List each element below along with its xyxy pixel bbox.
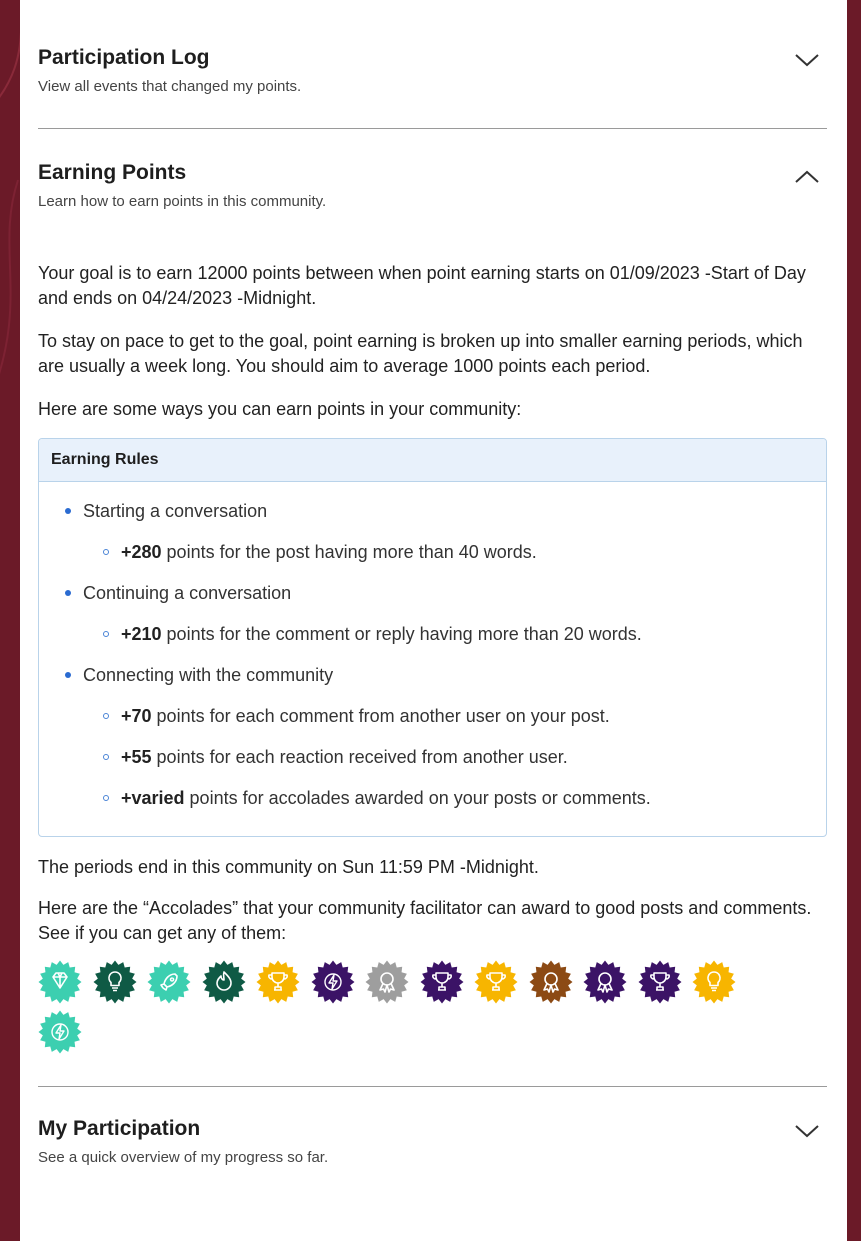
points-amount: +varied [121, 788, 185, 808]
sub-bullet [103, 754, 109, 760]
rule-item: Starting a conversation [53, 496, 814, 537]
participation-log-subtitle: View all events that changed my points. [38, 78, 302, 95]
badge-shape [583, 960, 627, 1004]
earning-rules-box: Earning Rules Starting a conversation +2… [38, 438, 827, 837]
earning-rules-list: Starting a conversation +280 points for … [39, 482, 826, 836]
badge-shape [202, 960, 245, 1004]
my-participation-header[interactable]: My Participation See a quick overview of… [38, 1087, 827, 1177]
points-description: points for each reaction received from a… [151, 747, 568, 767]
earning-points-header[interactable]: Earning Points Learn how to earn points … [38, 129, 827, 245]
rule-subitem: +280 points for the post having more tha… [53, 537, 814, 578]
rule-item: Continuing a conversation [53, 578, 814, 619]
badge-shape [147, 960, 191, 1004]
lightning-accolade-badge [311, 960, 354, 1004]
ways-intro: Here are some ways you can earn points i… [38, 399, 522, 419]
participation-log-header[interactable]: Participation Log View all events that c… [38, 0, 827, 128]
badge-shape [256, 960, 300, 1004]
chevron-down-icon[interactable] [793, 50, 821, 70]
points-description: points for the post having more than 40 … [161, 542, 537, 562]
rule-subitem: +70 points for each comment from another… [53, 701, 814, 742]
rule-label: Connecting with the community [83, 665, 334, 685]
accolades-intro: Here are the “Accolades” that your commu… [38, 898, 812, 943]
accolades-list [38, 960, 798, 1060]
sub-bullet [103, 795, 109, 801]
lightbulb-accolade-badge [93, 960, 136, 1004]
badge-shape [420, 960, 463, 1004]
rule-label: Starting a conversation [83, 501, 268, 521]
sub-bullet [103, 631, 109, 637]
badge-shape [311, 960, 354, 1004]
points-description: points for accolades awarded on your pos… [184, 788, 651, 808]
points-description: points for each comment from another use… [151, 706, 610, 726]
trophy-accolade-badge [474, 960, 518, 1004]
diamond-accolade-badge [38, 960, 82, 1004]
chevron-down-icon[interactable] [793, 1121, 821, 1141]
badge-shape [474, 960, 518, 1004]
pace-paragraph: To stay on pace to get to the goal, poin… [38, 331, 803, 376]
chevron-up-icon[interactable] [793, 167, 821, 187]
my-participation-subtitle: See a quick overview of my progress so f… [38, 1149, 329, 1166]
earning-points-subtitle: Learn how to earn points in this communi… [38, 193, 327, 210]
points-panel: Participation Log View all events that c… [20, 0, 847, 1241]
period-end-text: The periods end in this community on Sun… [38, 857, 539, 877]
rocket-accolade-badge [147, 960, 191, 1004]
goal-paragraph: Your goal is to earn 12000 points betwee… [38, 263, 806, 308]
participation-log-title: Participation Log [38, 46, 210, 69]
badge-shape [38, 1010, 82, 1054]
ribbon-accolade-badge [365, 960, 409, 1004]
trophy-accolade-badge [420, 960, 463, 1004]
points-amount: +70 [121, 706, 152, 726]
lightning-accolade-badge [38, 1010, 82, 1054]
badge-shape [93, 960, 136, 1004]
badge-shape [529, 960, 572, 1004]
rule-item: Connecting with the community [53, 660, 814, 701]
badge-shape [365, 960, 409, 1004]
ribbon-accolade-badge [583, 960, 627, 1004]
ribbon-accolade-badge [529, 960, 572, 1004]
earning-rules-title: Earning Rules [39, 439, 826, 482]
badge-shape [692, 960, 736, 1004]
earning-points-title: Earning Points [38, 161, 187, 184]
points-amount: +280 [121, 542, 162, 562]
rule-subitem: +varied points for accolades awarded on … [53, 783, 814, 824]
sub-bullet [103, 549, 109, 555]
rule-subitem: +210 points for the comment or reply hav… [53, 619, 814, 660]
trophy-accolade-badge [256, 960, 300, 1004]
flame-accolade-badge [202, 960, 245, 1004]
lightbulb-accolade-badge [692, 960, 736, 1004]
sub-bullet [103, 713, 109, 719]
points-amount: +55 [121, 747, 152, 767]
bullet [65, 672, 71, 678]
points-description: points for the comment or reply having m… [161, 624, 642, 644]
bullet [65, 590, 71, 596]
trophy-accolade-badge [638, 960, 681, 1004]
points-amount: +210 [121, 624, 162, 644]
rule-subitem: +55 points for each reaction received fr… [53, 742, 814, 783]
rule-label: Continuing a conversation [83, 583, 292, 603]
badge-shape [638, 960, 681, 1004]
my-participation-title: My Participation [38, 1117, 201, 1140]
bullet [65, 508, 71, 514]
